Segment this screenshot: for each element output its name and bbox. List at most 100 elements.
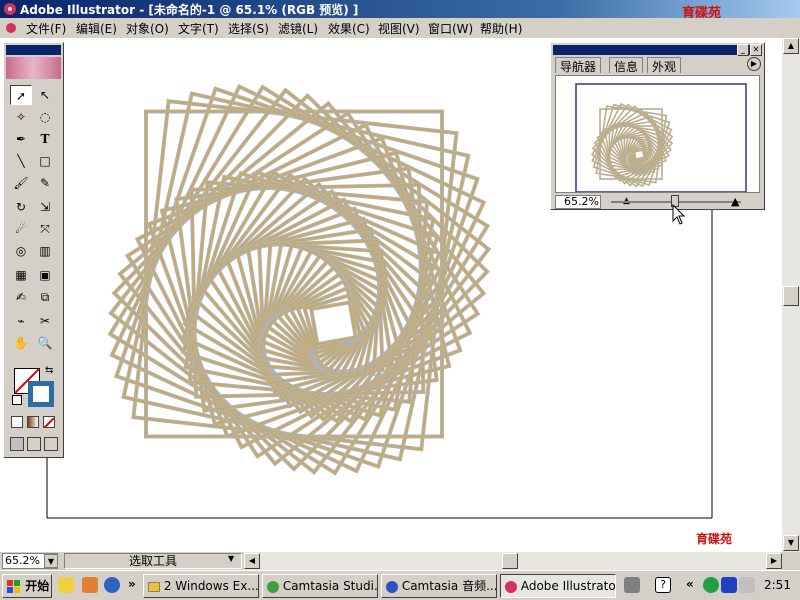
rectangle-tool-icon[interactable]: □ xyxy=(34,151,56,171)
free-transform-tool-icon[interactable]: ⤧ xyxy=(34,219,56,239)
symbol-sprayer-tool-icon[interactable]: ◎ xyxy=(10,241,32,261)
volume-icon[interactable] xyxy=(739,577,755,593)
menu-help[interactable]: 帮助(H) xyxy=(480,20,522,37)
scissors-tool-icon[interactable]: ✂ xyxy=(34,311,56,331)
help-icon[interactable]: ? xyxy=(655,577,671,593)
menu-bar: 文件(F) 编辑(E) 对象(O) 文字(T) 选择(S) 滤镜(L) 效果(C… xyxy=(0,18,800,38)
graph-tool-icon[interactable]: ▥ xyxy=(34,241,56,261)
menu-window[interactable]: 窗口(W) xyxy=(428,20,473,37)
tab-appearance[interactable]: 外观 xyxy=(647,57,682,74)
scroll-up-arrow-icon[interactable]: ▲ xyxy=(783,38,799,54)
lasso-tool-icon[interactable]: ◌ xyxy=(34,107,56,127)
none-mode-icon[interactable] xyxy=(43,416,55,429)
menu-filter[interactable]: 滤镜(L) xyxy=(278,20,318,37)
eyedropper-tool-icon[interactable]: ✍ xyxy=(10,287,32,307)
warp-tool-icon[interactable]: ☄ xyxy=(10,219,32,239)
default-colors-icon[interactable] xyxy=(12,395,22,405)
menu-edit[interactable]: 编辑(E) xyxy=(76,20,117,37)
slice-tool-icon[interactable]: ⌁ xyxy=(10,311,32,331)
line-tool-icon[interactable]: ╲ xyxy=(10,151,32,171)
taskbar-button-illustrator[interactable]: Adobe Illustrato... xyxy=(500,574,616,598)
status-menu-arrow-icon[interactable]: ▼ xyxy=(228,554,234,563)
scale-tool-icon[interactable]: ⇲ xyxy=(34,197,56,217)
full-screen-menu-mode-icon[interactable] xyxy=(27,437,41,451)
start-label: 开始 xyxy=(25,579,50,593)
pencil-tool-icon[interactable]: ✎ xyxy=(34,173,56,193)
taskbar: 开始 » 2 Windows Ex... Camtasia Studi... C… xyxy=(0,570,800,600)
pen-tool-icon[interactable]: ✒ xyxy=(10,129,32,149)
tab-navigator[interactable]: 导航器 xyxy=(555,57,602,74)
navigator-zoom-field[interactable]: 65.2% xyxy=(555,195,601,209)
selection-tool-icon[interactable]: ➚ xyxy=(10,85,32,105)
tab-info[interactable]: 信息 xyxy=(609,57,644,74)
menu-effect[interactable]: 效果(C) xyxy=(328,20,370,37)
keyboard-icon[interactable] xyxy=(624,577,640,593)
horizontal-scroll-thumb[interactable] xyxy=(502,553,518,569)
title-bar: Adobe Illustrator - [未命名的-1 @ 65.1% (RGB… xyxy=(0,0,800,18)
taskbar-button-label: Adobe Illustrato... xyxy=(520,579,616,593)
clock: 2:51 xyxy=(764,578,791,592)
navigator-preview[interactable] xyxy=(555,75,760,193)
magic-wand-tool-icon[interactable]: ✧ xyxy=(10,107,32,127)
zoom-tool-icon[interactable]: 🔍 xyxy=(34,333,56,353)
panel-close-button[interactable]: ✕ xyxy=(750,44,762,56)
menu-view[interactable]: 视图(V) xyxy=(378,20,420,37)
vertical-scroll-thumb[interactable] xyxy=(783,286,799,306)
start-button[interactable]: 开始 xyxy=(2,574,52,598)
zoom-dropdown-arrow-icon[interactable]: ▼ xyxy=(44,554,58,568)
paintbrush-tool-icon[interactable]: 🖌 xyxy=(10,173,32,193)
type-tool-icon[interactable]: T xyxy=(34,129,56,149)
status-current-tool[interactable]: 选取工具 xyxy=(64,553,242,569)
quicklaunch-overflow-icon[interactable]: » xyxy=(128,577,136,591)
tray-green-icon[interactable] xyxy=(703,577,719,593)
tray-overflow-icon[interactable]: « xyxy=(686,577,694,591)
blend-tool-icon[interactable]: ⧉ xyxy=(34,287,56,307)
panel-menu-arrow-icon[interactable]: ▶ xyxy=(747,57,761,71)
full-screen-mode-icon[interactable] xyxy=(44,437,58,451)
status-tool-label: 选取工具 xyxy=(128,554,177,568)
windows-logo-icon xyxy=(7,579,20,593)
logo-bottom-text: 育碟苑 xyxy=(696,532,733,546)
taskbar-button-label: Camtasia 音频... xyxy=(401,579,497,593)
horizontal-scrollbar[interactable]: ◀ ▶ xyxy=(244,552,782,570)
illustrator-icon xyxy=(505,580,517,593)
standard-screen-mode-icon[interactable] xyxy=(10,437,24,451)
taskbar-button-label: 2 Windows Ex... xyxy=(163,579,259,593)
taskbar-button-label: Camtasia Studi... xyxy=(282,579,378,593)
quicklaunch-media-icon[interactable] xyxy=(82,577,98,593)
zoom-in-icon[interactable]: ▲ xyxy=(731,195,739,208)
toolbox-header-image xyxy=(6,57,61,79)
illustrator-app-icon xyxy=(4,3,16,15)
menu-file[interactable]: 文件(F) xyxy=(26,20,66,37)
color-mode-icon[interactable] xyxy=(11,416,23,428)
mesh-tool-icon[interactable]: ▦ xyxy=(10,265,32,285)
menu-type[interactable]: 文字(T) xyxy=(178,20,219,37)
mouse-cursor-icon xyxy=(672,204,686,225)
tray-play-icon[interactable] xyxy=(721,577,737,593)
menu-select[interactable]: 选择(S) xyxy=(228,20,269,37)
window-title: Adobe Illustrator - [未命名的-1 @ 65.1% (RGB… xyxy=(20,3,359,17)
taskbar-button-camtasia-studio[interactable]: Camtasia Studi... xyxy=(262,574,378,598)
toolbox-titlebar[interactable] xyxy=(6,45,61,55)
gradient-mode-icon[interactable] xyxy=(27,416,39,428)
panel-minimize-button[interactable]: _ xyxy=(737,44,749,56)
stroke-swatch[interactable] xyxy=(28,381,54,407)
direct-selection-tool-icon[interactable]: ↖ xyxy=(34,85,56,105)
scroll-right-arrow-icon[interactable]: ▶ xyxy=(766,553,782,569)
folder-icon xyxy=(148,581,160,592)
scroll-down-arrow-icon[interactable]: ▼ xyxy=(783,535,799,551)
menu-object[interactable]: 对象(O) xyxy=(126,20,169,37)
quicklaunch-qq-icon[interactable] xyxy=(104,577,120,593)
taskbar-button-camtasia-audio[interactable]: Camtasia 音频... xyxy=(381,574,497,598)
gradient-tool-icon[interactable]: ▣ xyxy=(34,265,56,285)
taskbar-button-explorer[interactable]: 2 Windows Ex... xyxy=(143,574,259,598)
swap-arrows-icon[interactable]: ⇆ xyxy=(45,365,53,376)
hand-tool-icon[interactable]: ✋ xyxy=(10,333,32,353)
logo-bottom: 育碟苑 xyxy=(696,530,732,547)
scroll-left-arrow-icon[interactable]: ◀ xyxy=(244,553,260,569)
navigator-titlebar[interactable] xyxy=(553,45,762,55)
quicklaunch-messenger-icon[interactable] xyxy=(58,577,74,593)
vertical-scrollbar[interactable]: ▲ ▼ xyxy=(782,38,800,552)
rotate-tool-icon[interactable]: ↻ xyxy=(10,197,32,217)
camtasia-icon xyxy=(267,580,279,593)
